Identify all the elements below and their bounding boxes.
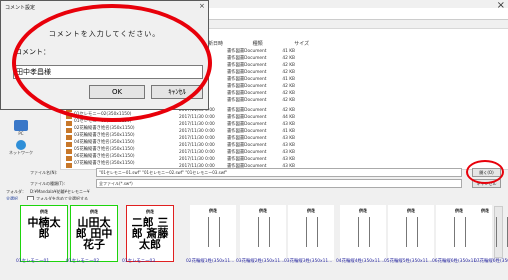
header-size[interactable]: サイズ	[294, 41, 309, 47]
row-type: 書作図書Document	[227, 63, 267, 68]
thumb-caption: 供花	[481, 208, 489, 213]
row-size: 42 KB	[282, 84, 295, 89]
thumb-placeholder-lines	[496, 217, 508, 247]
nav-pc[interactable]: PC	[6, 120, 36, 136]
row-name: 06花輪縦書き姓名(350x1150)	[74, 154, 135, 159]
document-icon	[66, 163, 72, 168]
row-type: 書作図書Document	[227, 56, 267, 61]
network-icon	[16, 140, 26, 150]
thumb-placeholder-lines	[306, 217, 318, 247]
thumb-caption: 供花	[407, 208, 415, 213]
thumbnail-name: 07花輪縦6姓(350x1...	[474, 259, 508, 264]
thumb-caption: 供花	[90, 209, 98, 214]
filetype-select[interactable]: 全ファイル(*.sw*)	[96, 179, 462, 188]
thumbnail-card[interactable]: 供花二郎 三郎 斎藤太郎	[126, 205, 174, 262]
row-name: 02花輪縦書き姓名(350x1150)	[74, 126, 135, 131]
list-header: 更新日時 種類 サイズ	[203, 40, 309, 47]
thumbnail-name: 01セレモニー03	[122, 259, 156, 264]
thumb-caption: 供花	[259, 208, 267, 213]
thumbnail-name: 01セレモニー01	[16, 259, 50, 264]
thumbnail-card[interactable]: 供花	[388, 205, 434, 260]
thumb-caption: 供花	[359, 208, 367, 213]
row-size: 42 KB	[282, 56, 295, 61]
row-type: 書作図書Document	[227, 91, 267, 96]
row-name: 04花輪縦書き姓名(350x1150)	[74, 140, 135, 145]
thumbnail-name: 03花輪縦3姓(350x11...	[284, 259, 333, 264]
row-type: 書作図書Document	[227, 77, 267, 82]
pc-icon	[14, 120, 28, 131]
row-name: 07花輪縦書き姓名(350x1150)	[74, 161, 135, 166]
row-size: 41 KB	[282, 77, 295, 82]
thumbnail-name: 02花輪縦1姓(350x11...	[186, 259, 235, 264]
nav-pc-label: PC	[18, 131, 24, 136]
row-size: 42 KB	[282, 91, 295, 96]
thumb-placeholder-lines	[208, 217, 220, 247]
thumb-text: 山田太郎 田中花子	[75, 216, 113, 251]
thumb-caption: 供花	[209, 208, 217, 213]
header-type[interactable]: 種類	[253, 41, 263, 47]
thumb-placeholder-lines	[454, 217, 466, 247]
filename-input[interactable]: "01セレモニー01.swf" "01セレモニー02.swf" "01セレモニー…	[96, 168, 462, 177]
row-type: 書作図書Document	[227, 49, 267, 54]
thumb-caption: 供花	[455, 208, 463, 213]
row-name: 03花輪縦書き姓名(350x1150)	[74, 133, 135, 138]
row-type: 書作図書Document	[227, 70, 267, 75]
thumbnail-name: 04花輪縦4姓(350x11...	[336, 259, 385, 264]
table-row[interactable]: 04花輪縦書き姓名(350x1150)2017/11/30 0:00 書作図書Do…	[66, 139, 295, 148]
table-row[interactable]: 07花輪縦書き姓名(350x1150)2017/11/30 0:00 書作図書Do…	[66, 160, 295, 169]
address-bar[interactable]	[196, 8, 508, 20]
row-type: 書作図書Document	[227, 84, 267, 89]
thumb-caption: 供花	[307, 208, 315, 213]
thumb-placeholder-lines	[258, 217, 270, 247]
thumb-text: 二郎 三郎 斎藤太郎	[131, 216, 169, 251]
row-type: 書作図書Document	[227, 98, 267, 103]
dialog-highlight-ring	[12, 4, 212, 122]
folder-path: D:¥Mandala¥花輪¥セレモニー¥	[30, 189, 90, 194]
thumbnail-card[interactable]: 供花	[240, 205, 286, 260]
dialog-title: コメント設定	[5, 5, 36, 11]
nav-network[interactable]: ネットワーク	[6, 140, 36, 156]
thumbnail-card[interactable]: 供花 中楠太郎	[20, 205, 68, 262]
row-size: 42 KB	[282, 98, 295, 103]
thumb-placeholder-lines	[406, 217, 418, 247]
filename-label: ファイル名(N):	[30, 170, 58, 175]
thumb-placeholder-lines	[358, 217, 370, 247]
filetype-label: ファイルの種類(T):	[30, 181, 65, 186]
thumbnail-card[interactable]: 供花	[288, 205, 334, 260]
table-row[interactable]: 03花輪縦書き姓名(350x1150)2017/11/30 0:00 書作図書Do…	[66, 132, 295, 141]
table-row[interactable]: 06花輪縦書き姓名(350x1150)2017/11/30 0:00 書作図書Do…	[66, 153, 295, 162]
thumbnail-card[interactable]: 供花山田太郎 田中花子	[70, 205, 118, 262]
nav-network-label: ネットワーク	[9, 150, 33, 155]
thumb-text: 中楠太郎	[27, 216, 61, 240]
row-size: 41 KB	[282, 49, 295, 54]
thumb-caption: 供花	[40, 209, 48, 214]
thumbnail-card[interactable]: 供花	[478, 205, 508, 260]
table-row[interactable]: 02花輪縦書き姓名(350x1150)2017/11/30 0:00 書作図書Do…	[66, 125, 295, 134]
open-button-highlight-ring	[466, 160, 504, 184]
row-name: 05花輪縦書き姓名(350x1150)	[74, 147, 135, 152]
thumbnail-name: 05花輪縦5姓(350x11...	[384, 259, 433, 264]
thumb-caption: 供花	[146, 209, 154, 214]
table-row[interactable]: 05花輪縦書き姓名(350x1150)2017/11/30 0:00 書作図書Do…	[66, 146, 295, 155]
folder-label: フォルダ：	[6, 189, 26, 194]
thumbnail-card[interactable]: 供花	[190, 205, 236, 260]
row-size: 42 KB	[282, 70, 295, 75]
thumbnail-card[interactable]: 供花	[340, 205, 386, 260]
thumbnail-name: 03花輪縦2姓(350x11...	[236, 259, 285, 264]
thumbnail-card[interactable]: 供花	[436, 205, 482, 260]
row-size: 42 KB	[282, 63, 295, 68]
dialog-close-button[interactable]: ×	[199, 2, 205, 10]
thumbnail-name: 01セレモニー02	[66, 259, 100, 264]
